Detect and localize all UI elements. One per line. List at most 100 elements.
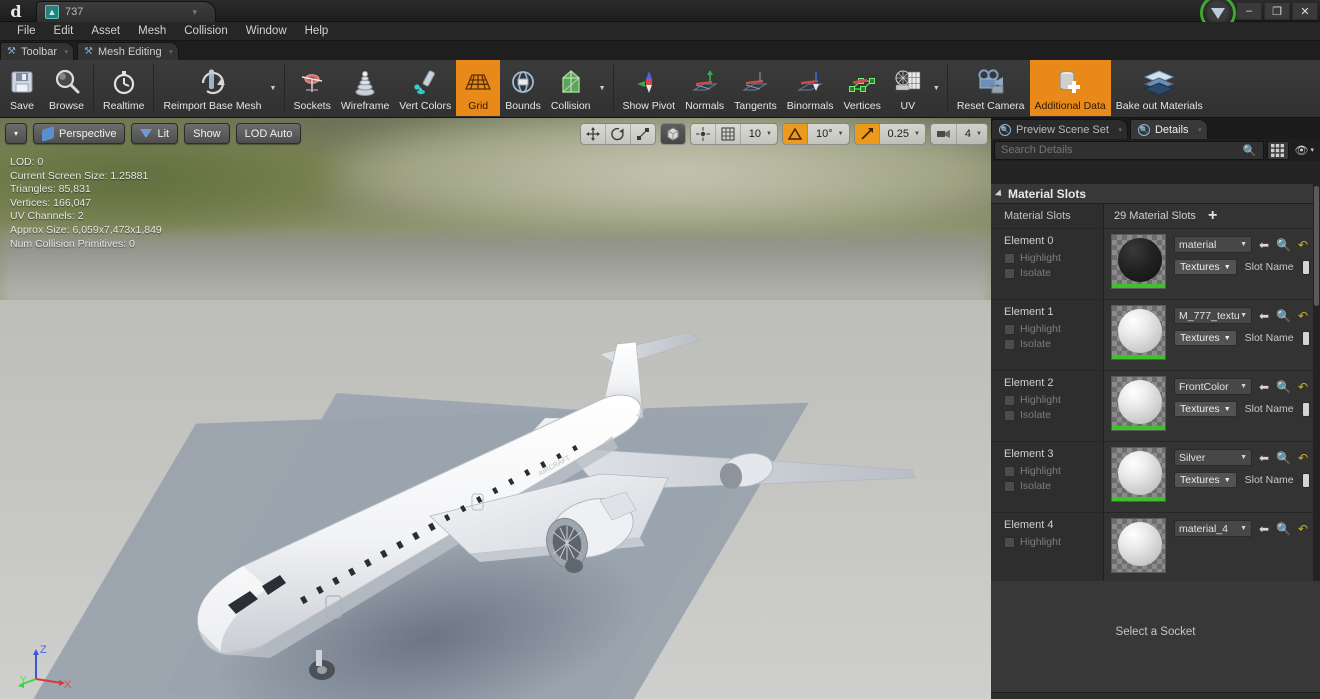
slot-name-input[interactable] [1302,402,1310,417]
arrow-left-icon[interactable]: ⬅ [1259,239,1269,251]
arrow-left-icon[interactable]: ⬅ [1259,381,1269,393]
vertices-button[interactable]: Vertices [838,60,885,116]
grid-view-button[interactable] [1267,141,1289,160]
arrow-left-icon[interactable]: ⬅ [1259,452,1269,464]
material-selector[interactable]: material ▼ [1174,236,1252,253]
material-selector[interactable]: FrontColor ▼ [1174,378,1252,395]
search-icon[interactable]: 🔍 [1243,144,1257,157]
reset-arrow-icon[interactable]: ↶ [1298,523,1308,535]
arrow-left-icon[interactable]: ⬅ [1259,523,1269,535]
isolate-checkbox[interactable]: Isolate [1004,409,1103,421]
material-thumbnail[interactable] [1111,447,1166,502]
chevron-down-icon[interactable]: ▾ [65,48,69,56]
material-thumbnail[interactable] [1111,376,1166,431]
slot-name-input[interactable] [1302,331,1310,346]
collision-dropdown-caret-icon[interactable]: ▼ [596,60,609,116]
document-tab-737[interactable]: ▲ 737 ▾ [36,1,216,22]
add-material-slot-button[interactable]: + [1208,210,1217,222]
globe-icon[interactable] [661,124,685,144]
viewport-options-button[interactable]: ▾ [5,123,27,144]
search-input-wrapper[interactable]: 🔍 [994,141,1264,160]
angle-snap-icon[interactable] [783,124,808,144]
show-menu-button[interactable]: Show [184,123,230,144]
material-selector[interactable]: material_4 ▼ [1174,520,1252,537]
tangents-button[interactable]: Tangents [729,60,782,116]
scale-snap-value[interactable]: 0.25 ▼ [880,124,925,144]
angle-snap-value[interactable]: 10° ▼ [808,124,849,144]
highlight-checkbox[interactable]: Highlight [1004,252,1103,264]
menu-item-edit[interactable]: Edit [45,22,83,41]
tab-toolbar[interactable]: ⚒ Toolbar ▾ [0,42,74,60]
bounds-button[interactable]: Bounds [500,60,546,116]
tab-preview-scene-settings[interactable]: 🔍 Preview Scene Set ▾ [991,119,1128,139]
vert-colors-button[interactable]: Vert Colors [394,60,456,116]
reset-arrow-icon[interactable]: ↶ [1298,239,1308,251]
binormals-button[interactable]: Binormals [782,60,839,116]
chevron-down-icon[interactable]: ▾ [192,7,197,18]
reset-arrow-icon[interactable]: ↶ [1298,452,1308,464]
save-button[interactable]: Save [0,60,44,116]
lod-button[interactable]: LOD Auto [236,123,302,144]
minimize-button[interactable]: – [1236,2,1262,20]
search-input[interactable] [1001,144,1243,156]
chevron-down-icon[interactable]: ▾ [1198,126,1202,134]
textures-button[interactable]: Textures ▼ [1174,401,1237,417]
scale-snap-icon[interactable] [855,124,880,144]
browse-magnifier-icon[interactable]: 🔍 [1276,310,1291,322]
browse-magnifier-icon[interactable]: 🔍 [1276,523,1291,535]
uv-dropdown-caret-icon[interactable]: ▼ [930,60,943,116]
category-header-material-slots[interactable]: Material Slots [991,184,1320,204]
browse-magnifier-icon[interactable]: 🔍 [1276,381,1291,393]
move-gizmo-icon[interactable] [581,124,606,144]
grid-button[interactable]: Grid [456,60,500,116]
camera-speed-icon[interactable] [931,124,957,144]
details-scrollbar[interactable] [1313,184,1320,647]
material-selector[interactable]: M_777_texture ▼ [1174,307,1252,324]
mesh-viewport[interactable]: AIRCRAFT BOEING LOD: 0 Current Screen Si… [0,118,991,699]
textures-button[interactable]: Textures ▼ [1174,259,1237,275]
browse-magnifier-icon[interactable]: 🔍 [1276,452,1291,464]
highlight-checkbox[interactable]: Highlight [1004,394,1103,406]
normals-button[interactable]: Normals [680,60,729,116]
reset-camera-button[interactable]: Reset Camera [952,60,1030,116]
bake-out-materials-button[interactable]: Bake out Materials [1111,60,1208,116]
show-pivot-button[interactable]: Show Pivot [618,60,681,116]
material-selector[interactable]: Silver ▼ [1174,449,1252,466]
scrollbar-thumb[interactable] [1314,186,1319,306]
material-thumbnail[interactable] [1111,305,1166,360]
wireframe-button[interactable]: Wireframe [336,60,394,116]
reimport-dropdown-caret-icon[interactable]: ▼ [267,60,280,116]
highlight-checkbox[interactable]: Highlight [1004,536,1103,548]
lighting-mode-button[interactable]: Lit [131,123,178,144]
chevron-down-icon[interactable]: ▾ [169,48,173,56]
browse-magnifier-icon[interactable]: 🔍 [1276,239,1291,251]
additional-data-button[interactable]: Additional Data [1030,60,1111,116]
view-mode-button[interactable]: Perspective [33,123,125,144]
isolate-checkbox[interactable]: Isolate [1004,338,1103,350]
realtime-button[interactable]: Realtime [98,60,149,116]
reset-arrow-icon[interactable]: ↶ [1298,310,1308,322]
reimport-base-mesh-button[interactable]: Reimport Base Mesh [158,60,266,116]
close-button[interactable]: ✕ [1292,2,1318,20]
reset-arrow-icon[interactable]: ↶ [1298,381,1308,393]
highlight-checkbox[interactable]: Highlight [1004,323,1103,335]
maximize-button[interactable]: ❐ [1264,2,1290,20]
textures-button[interactable]: Textures ▼ [1174,472,1237,488]
slot-name-input[interactable] [1302,260,1310,275]
visibility-button[interactable]: 👁 ▾ [1292,144,1317,157]
menu-item-help[interactable]: Help [296,22,338,41]
arrow-left-icon[interactable]: ⬅ [1259,310,1269,322]
isolate-checkbox[interactable]: Isolate [1004,480,1103,492]
tab-mesh-editing[interactable]: ⚒ Mesh Editing ▾ [77,42,179,60]
grid-snap-value[interactable]: 10 ▼ [741,124,777,144]
menu-item-collision[interactable]: Collision [175,22,236,41]
menu-item-window[interactable]: Window [237,22,296,41]
material-thumbnail[interactable] [1111,234,1166,289]
browse-button[interactable]: Browse [44,60,89,116]
textures-button[interactable]: Textures ▼ [1174,330,1237,346]
menu-item-asset[interactable]: Asset [82,22,129,41]
material-thumbnail[interactable] [1111,518,1166,573]
isolate-checkbox[interactable]: Isolate [1004,267,1103,279]
collision-button[interactable]: Collision [546,60,596,116]
camera-speed-value[interactable]: 4 ▼ [957,124,987,144]
